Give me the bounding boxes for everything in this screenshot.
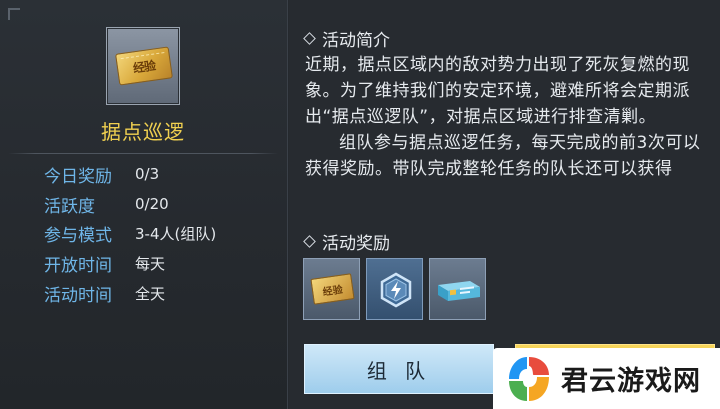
supply-crate-icon (438, 281, 480, 301)
lightning-hexagon-icon (380, 272, 412, 308)
reward-item-supply-crate[interactable] (429, 258, 486, 320)
info-row-activity-time: 活动时间 全天 (44, 282, 166, 306)
diamond-bullet-icon (303, 235, 316, 248)
info-label: 参与模式 (44, 225, 112, 246)
intro-paragraph-2: 组队参与据点巡逻任务，每天完成的前3次可以获得奖励。带队完成整轮任务的队长还可以… (305, 133, 701, 179)
intro-title-text: 活动简介 (322, 31, 390, 51)
scroll-fade (305, 196, 711, 214)
activity-info-panel: 经验 据点巡逻 今日奖励 0/3 活跃度 0/20 参与模式 3-4人(组队) … (0, 0, 288, 409)
reward-item-exp-ticket[interactable]: 经验 (303, 258, 360, 320)
intro-paragraph-1: 近期，据点区域内的敌对势力出现了死灰复燃的现象。为了维持我们的安定环境，避难所将… (305, 55, 690, 127)
info-label: 今日奖励 (44, 166, 112, 187)
info-row-open-time: 开放时间 每天 (44, 252, 166, 276)
info-row-mode: 参与模式 3-4人(组队) (44, 222, 217, 246)
info-row-daily-reward: 今日奖励 0/3 (44, 163, 160, 187)
rewards-section-title: 活动奖励 (303, 229, 390, 254)
reward-item-energy[interactable] (366, 258, 423, 320)
watermark-text: 君云游戏网 (561, 366, 701, 397)
watermark-logo-icon (509, 356, 549, 401)
divider (8, 153, 278, 154)
exp-ticket-icon: 经验 (310, 273, 355, 305)
info-label: 活动时间 (44, 285, 112, 306)
rewards-title-text: 活动奖励 (322, 234, 390, 254)
exp-ticket-icon: 经验 (115, 46, 173, 86)
intro-description[interactable]: 近期，据点区域内的敌对势力出现了死灰复燃的现象。为了维持我们的安定环境，避难所将… (305, 52, 711, 212)
activity-item-card[interactable]: 经验 (106, 27, 180, 105)
info-value: 3-4人(组队) (135, 224, 217, 243)
intro-section-title: 活动简介 (303, 26, 390, 51)
activity-name: 据点巡逻 (101, 120, 185, 144)
exp-ticket-label: 经验 (322, 284, 344, 298)
corner-decoration (8, 8, 20, 20)
site-watermark: 君云游戏网 (493, 348, 720, 409)
info-label: 开放时间 (44, 255, 112, 276)
info-value: 0/20 (135, 195, 169, 213)
info-label: 活跃度 (44, 196, 95, 217)
info-value: 0/3 (135, 165, 160, 183)
info-value: 每天 (135, 254, 166, 273)
team-up-button[interactable]: 组 队 (304, 344, 494, 394)
diamond-bullet-icon (303, 32, 316, 45)
reward-list: 经验 (303, 258, 486, 320)
info-row-activity: 活跃度 0/20 (44, 193, 169, 217)
info-value: 全天 (135, 284, 166, 303)
